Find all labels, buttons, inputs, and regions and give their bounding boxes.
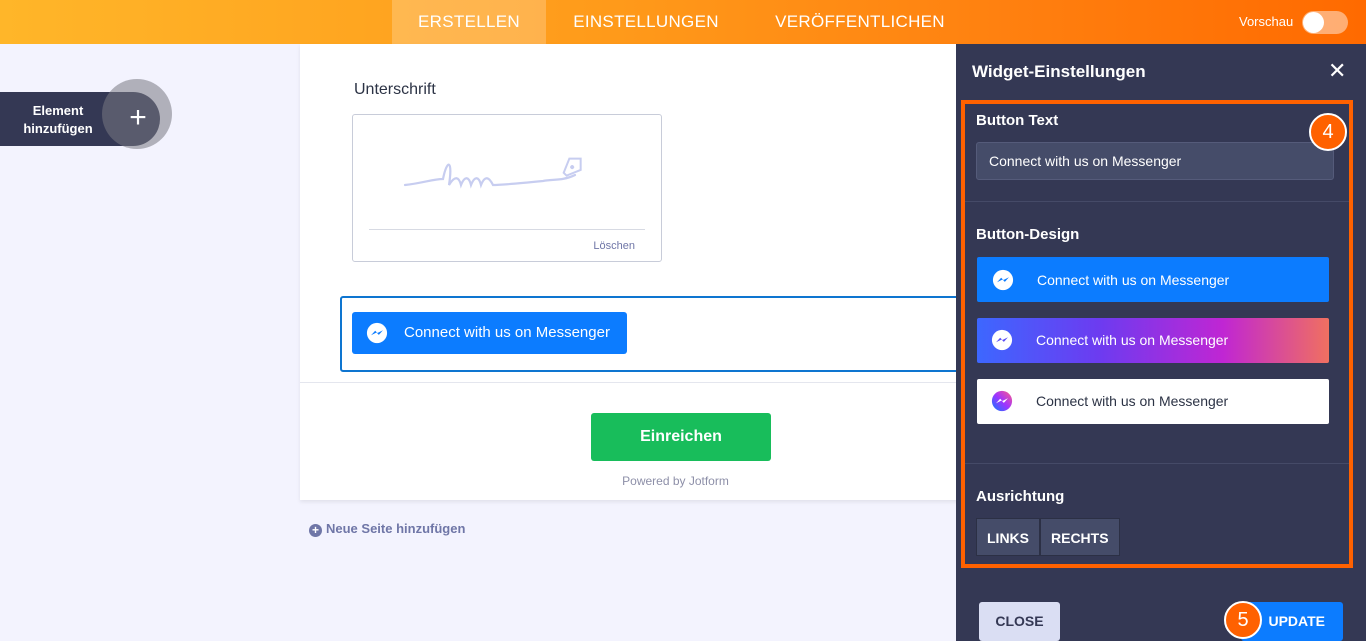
design-option-white[interactable]: Connect with us on Messenger [977,379,1329,424]
panel-title: Widget-Einstellungen [972,62,1146,81]
add-new-page-link[interactable]: + Neue Seite hinzufügen [309,521,465,537]
button-design-label: Button-Design [976,226,1080,243]
signature-clear-link[interactable]: Löschen [593,240,635,252]
messenger-connect-button[interactable]: Connect with us on Messenger [352,312,627,354]
step-badge-4: 4 [1309,113,1347,151]
signature-placeholder-icon [403,157,582,189]
preview-label: Vorschau [1239,14,1294,29]
section-separator [965,201,1349,202]
align-right-button[interactable]: RECHTS [1040,518,1120,556]
close-button[interactable]: CLOSE [979,602,1060,641]
signature-label: Unterschrift [354,81,436,98]
button-text-label: Button Text [976,112,1059,129]
toggle-knob [1303,12,1324,33]
submit-button[interactable]: Einreichen [591,413,771,461]
signature-pad[interactable]: Löschen [352,114,662,262]
messenger-widget-field[interactable]: Connect with us on Messenger [340,296,980,372]
form-card: Unterschrift Löschen Connect with us on … [300,44,1000,500]
alignment-label: Ausrichtung [976,488,1065,505]
tab-einstellungen[interactable]: EINSTELLUNGEN [558,0,734,44]
add-element-label-line1: Element [32,103,84,118]
messenger-button-text: Connect with us on Messenger [404,324,610,341]
tab-veroeffentlichen[interactable]: VERÖFFENTLICHEN [760,0,960,44]
design-option-blue[interactable]: Connect with us on Messenger [977,257,1329,302]
align-left-button[interactable]: LINKS [976,518,1040,556]
add-new-page-label: Neue Seite hinzufügen [326,521,466,536]
top-navigation-bar: ERSTELLEN EINSTELLUNGEN VERÖFFENTLICHEN … [0,0,1366,44]
alignment-button-group: LINKS RECHTS [976,518,1120,556]
preview-toggle[interactable] [1302,11,1348,34]
add-element-label: Element hinzufügen [10,102,106,138]
button-text-input[interactable]: Connect with us on Messenger [976,142,1334,180]
add-element-label-line2: hinzufügen [23,121,93,136]
design-option-label: Connect with us on Messenger [1036,332,1229,348]
close-icon[interactable]: ✕ [1328,58,1346,84]
messenger-icon [366,322,388,344]
add-element-button[interactable]: Element hinzufügen + [0,79,172,149]
section-separator [965,463,1349,464]
step-badge-5: 5 [1224,601,1262,639]
design-option-label: Connect with us on Messenger [1036,393,1229,409]
plus-circle-icon: + [309,524,322,537]
messenger-icon [991,329,1013,351]
plus-icon[interactable]: + [116,92,160,146]
design-option-label: Connect with us on Messenger [1037,272,1230,288]
tab-erstellen[interactable]: ERSTELLEN [392,0,546,44]
widget-settings-panel: Widget-Einstellungen ✕ Button Text Conne… [956,44,1366,641]
design-option-gradient[interactable]: Connect with us on Messenger [977,318,1329,363]
messenger-gradient-icon [991,390,1013,412]
signature-baseline [369,229,645,230]
powered-by-text: Powered by Jotform [622,474,729,488]
messenger-icon [992,269,1014,291]
card-divider [300,382,1000,383]
